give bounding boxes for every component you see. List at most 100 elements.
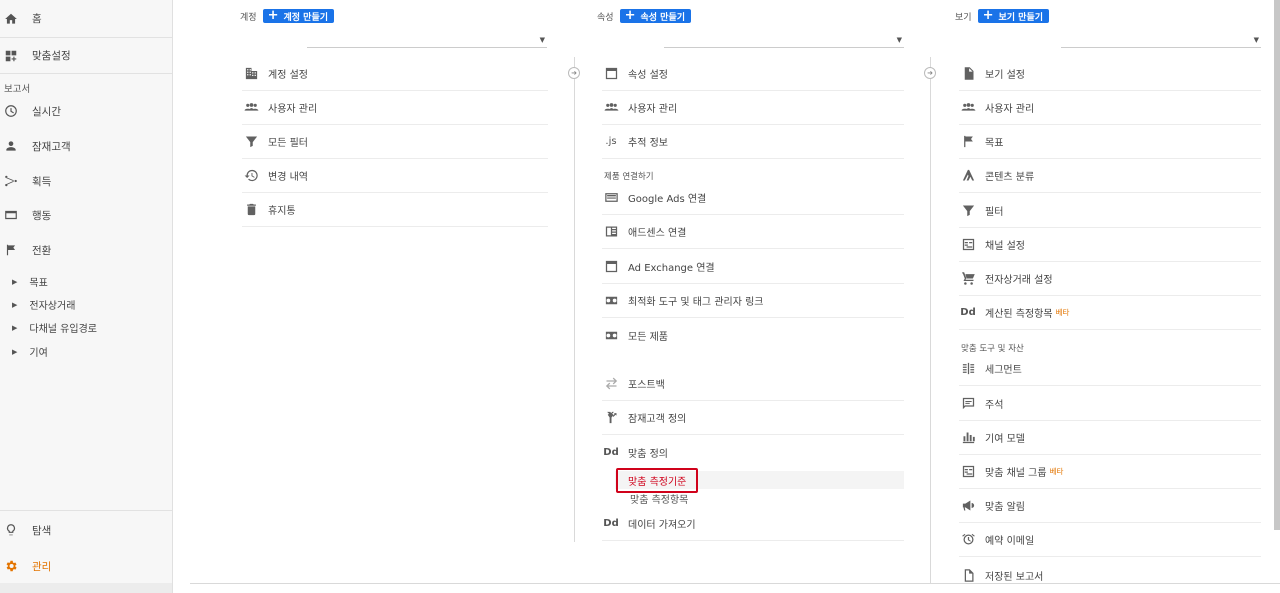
audience-definitions-row[interactable]: 잠재고객 정의 [602, 401, 904, 435]
nav-behavior-label: 행동 [32, 209, 52, 222]
view-filters-row[interactable]: 필터 [959, 194, 1261, 228]
nav-sub-ecommerce[interactable]: ▶ 전자상거래 [12, 297, 75, 313]
view-selector[interactable]: ▼ [1061, 30, 1261, 48]
account-user-mgmt-row[interactable]: 사용자 관리 [242, 91, 548, 125]
saved-reports-row[interactable]: 저장된 보고서 [959, 558, 1261, 592]
create-view-button[interactable]: + 보기 만들기 [977, 9, 1050, 23]
attribution-models-row[interactable]: 기여 모델 [959, 421, 1261, 455]
content-grouping-label: 콘텐츠 분류 [985, 172, 1035, 183]
data-import-row[interactable]: Dd 데이터 가져오기 [602, 507, 904, 541]
nav-sub-goals[interactable]: ▶ 목표 [12, 274, 48, 290]
segments-row[interactable]: 세그먼트 [959, 352, 1261, 386]
adsense-icon [602, 224, 620, 239]
view-header: 보기 + 보기 만들기 [955, 9, 1050, 23]
all-products-row[interactable]: 모든 제품 [602, 318, 904, 352]
ad-exchange-link-row[interactable]: Ad Exchange 연결 [602, 250, 904, 284]
channel-settings-row[interactable]: 채널 설정 [959, 228, 1261, 262]
alarm-clock-icon [959, 532, 977, 547]
data-import-label: 데이터 가져오기 [628, 520, 696, 531]
nav-conversions[interactable]: 전환 [0, 239, 172, 261]
channel-icon [959, 237, 977, 252]
nav-sub-label: 기여 [29, 348, 48, 359]
gear-icon [3, 558, 19, 574]
chevron-down-icon: ▼ [539, 36, 545, 44]
create-account-label: 계정 만들기 [283, 12, 329, 23]
account-trash-row[interactable]: 휴지통 [242, 193, 548, 227]
property-selector[interactable]: ▼ [664, 30, 904, 48]
custom-channel-groups-row[interactable]: 맞춤 채널 그룹 베타 [959, 455, 1261, 489]
all-products-label: 모든 제품 [628, 331, 668, 343]
nav-admin[interactable]: 관리 [0, 555, 172, 577]
filter-icon [959, 203, 977, 218]
saved-reports-label: 저장된 보고서 [985, 571, 1044, 583]
behavior-icon [3, 207, 19, 223]
scheduled-emails-row[interactable]: 예약 이메일 [959, 523, 1261, 557]
create-property-button[interactable]: + 속성 만들기 [619, 9, 692, 23]
nav-acquisition[interactable]: 획득 [0, 170, 172, 192]
swap-arrows-icon [602, 376, 620, 391]
postback-row[interactable]: 포스트백 [602, 367, 904, 401]
optimize-tag-link-row[interactable]: 최적화 도구 및 태그 관리자 링크 [602, 284, 904, 318]
page-scrollbar[interactable] [1274, 0, 1280, 530]
account-settings-row[interactable]: 계정 설정 [242, 57, 548, 91]
ecommerce-settings-row[interactable]: 전자상거래 설정 [959, 262, 1261, 296]
content-grouping-row[interactable]: 콘텐츠 분류 [959, 159, 1261, 193]
channel-icon [959, 464, 977, 479]
sidebar-divider [0, 510, 172, 511]
acquisition-icon [3, 173, 19, 189]
nav-realtime-label: 실시간 [32, 105, 61, 118]
account-history-row[interactable]: 변경 내역 [242, 159, 548, 193]
sidebar-footer [0, 583, 172, 593]
lightbulb-icon [3, 522, 19, 538]
goals-row[interactable]: 목표 [959, 125, 1261, 159]
account-filters-row[interactable]: 모든 필터 [242, 125, 548, 159]
create-view-label: 보기 만들기 [998, 12, 1044, 23]
nav-acquisition-label: 획득 [32, 175, 52, 188]
custom-alerts-row[interactable]: 맞춤 알림 [959, 489, 1261, 523]
tracking-info-label: 추적 정보 [628, 138, 668, 149]
trash-icon [242, 202, 260, 217]
nav-explore[interactable]: 탐색 [0, 519, 172, 541]
adsense-link-row[interactable]: 애드센스 연결 [602, 215, 904, 249]
account-trash-label: 휴지통 [268, 206, 296, 217]
beta-badge: 베타 [1049, 467, 1064, 476]
property-user-mgmt-row[interactable]: 사용자 관리 [602, 91, 904, 125]
google-ads-link-row[interactable]: Google Ads 연결 [602, 181, 904, 215]
dd-icon-text: Dd [960, 307, 976, 318]
annotations-row[interactable]: 주석 [959, 387, 1261, 421]
calculated-metrics-row[interactable]: Dd 계산된 측정항목 베타 [959, 296, 1261, 330]
nav-home-label: 홈 [32, 13, 42, 25]
nav-audience[interactable]: 잠재고객 [0, 135, 172, 157]
create-account-button[interactable]: + 계정 만들기 [262, 9, 335, 23]
account-header: 계정 + 계정 만들기 [240, 9, 335, 23]
property-settings-row[interactable]: 속성 설정 [602, 57, 904, 91]
google-ads-link-label: Google Ads 연결 [628, 194, 707, 205]
link-goggles-icon [602, 293, 620, 308]
saved-report-icon [959, 568, 977, 583]
fork-icon [602, 410, 620, 425]
view-settings-row[interactable]: 보기 설정 [959, 57, 1261, 91]
reports-section-label: 보고서 [4, 84, 31, 95]
postback-label: 포스트백 [628, 380, 665, 391]
attribution-models-label: 기여 모델 [985, 434, 1025, 445]
js-icon: .js [602, 136, 620, 147]
dd-icon-text: Dd [603, 446, 619, 458]
nav-home[interactable]: 홈 [0, 0, 172, 38]
custom-definitions-row[interactable]: Dd 맞춤 정의 [602, 435, 904, 469]
custom-channel-groups-label: 맞춤 채널 그룹 [985, 468, 1047, 479]
dd-icon: Dd [602, 447, 620, 458]
view-user-mgmt-row[interactable]: 사용자 관리 [959, 91, 1261, 125]
nav-custom[interactable]: 맞춤설정 [0, 38, 172, 74]
account-selector[interactable]: ▼ [307, 30, 547, 48]
custom-dimensions-link[interactable]: 맞춤 측정기준 [616, 468, 699, 493]
view-user-mgmt-label: 사용자 관리 [985, 104, 1035, 115]
custom-alerts-label: 맞춤 알림 [985, 502, 1025, 513]
property-label: 속성 [597, 12, 614, 23]
custom-metrics-link[interactable]: 맞춤 측정항목 [630, 491, 688, 506]
sidebar: 홈 맞춤설정 보고서 실시간 잠재고객 획득 행동 전환 ▶ 목표 ▶ 전자상거래 … [0, 0, 173, 593]
nav-behavior[interactable]: 행동 [0, 204, 172, 226]
nav-sub-multichannel[interactable]: ▶ 다채널 유입경로 [12, 320, 97, 336]
nav-realtime[interactable]: 실시간 [0, 100, 172, 122]
nav-sub-attribution[interactable]: ▶ 기여 [12, 344, 48, 360]
tracking-info-row[interactable]: .js 추적 정보 [602, 125, 904, 159]
